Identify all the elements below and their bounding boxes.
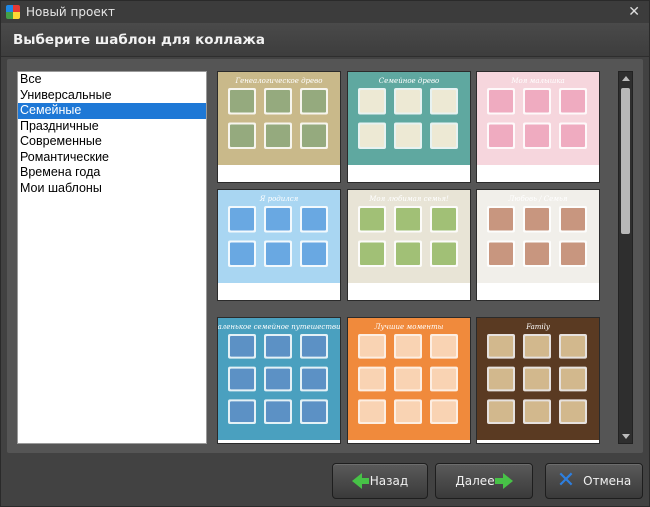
template-thumbnail[interactable]: Family xyxy=(476,317,600,444)
template-preview-image: Генеалогическое древо xyxy=(218,72,340,165)
title-bar: Новый проект ✕ xyxy=(1,1,649,23)
next-button[interactable]: Далее xyxy=(435,463,533,499)
scrollbar-thumb[interactable] xyxy=(621,88,630,234)
template-preview-image: Моя любимая семья! xyxy=(348,190,470,283)
category-item[interactable]: Современные xyxy=(18,134,206,150)
template-heading: Любовь / Семья xyxy=(508,195,568,203)
template-thumbnail[interactable]: Лучшие моменты xyxy=(347,317,471,444)
category-item[interactable]: Времена года xyxy=(18,165,206,181)
template-preview-image: Family xyxy=(477,318,599,440)
back-button-label: Назад xyxy=(369,474,409,488)
category-item[interactable]: Семейные xyxy=(18,103,206,119)
content-panel: Все Универсальные Семейные Праздничные Совре… xyxy=(7,59,643,453)
next-button-label: Далее xyxy=(455,474,495,488)
template-preview-image: Лучшие моменты xyxy=(348,318,470,440)
template-preview-image: Моя малышка xyxy=(477,72,599,165)
app-icon xyxy=(6,5,20,19)
cancel-button[interactable]: ✕ Отмена xyxy=(545,463,643,499)
new-project-window: Новый проект ✕ Выберите шаблон для колла… xyxy=(0,0,650,507)
category-item[interactable]: Романтические xyxy=(18,150,206,166)
category-item[interactable]: Все xyxy=(18,72,206,88)
cancel-button-label: Отмена xyxy=(583,474,632,488)
template-thumbnail[interactable]: Семейное древо xyxy=(347,71,471,183)
template-heading: Family xyxy=(525,323,551,331)
back-button[interactable]: Назад xyxy=(332,463,428,499)
template-heading: Я родился xyxy=(259,195,299,203)
template-heading: Генеалогическое древо xyxy=(235,77,323,85)
template-heading: Моя любимая семья! xyxy=(368,195,449,203)
category-item[interactable]: Универсальные xyxy=(18,88,206,104)
template-heading: Маленькое семейное путешествие! xyxy=(218,323,340,331)
template-thumbnail[interactable]: Моя малышка xyxy=(476,71,600,183)
template-preview-image: Маленькое семейное путешествие! xyxy=(218,318,340,440)
template-thumbnail[interactable]: Маленькое семейное путешествие! xyxy=(217,317,341,444)
dialog-header: Выберите шаблон для коллажа xyxy=(1,23,649,57)
scroll-up-icon[interactable] xyxy=(622,76,630,81)
arrow-left-icon xyxy=(351,473,369,489)
category-item[interactable]: Праздничные xyxy=(18,119,206,135)
category-list[interactable]: Все Универсальные Семейные Праздничные Совре… xyxy=(17,71,207,444)
template-preview-image: Любовь / Семья xyxy=(477,190,599,283)
scroll-down-icon[interactable] xyxy=(622,434,630,439)
template-thumbnail[interactable]: Я родился xyxy=(217,189,341,301)
template-thumbnail[interactable]: Моя любимая семья! xyxy=(347,189,471,301)
template-heading: Лучшие моменты xyxy=(374,323,444,331)
cancel-x-icon: ✕ xyxy=(556,468,576,493)
close-icon[interactable]: ✕ xyxy=(628,3,640,21)
template-gallery: Генеалогическое древо Семейное древо Моя м… xyxy=(217,71,611,444)
template-heading: Семейное древо xyxy=(379,77,440,85)
template-preview-image: Семейное древо xyxy=(348,72,470,165)
window-title: Новый проект xyxy=(26,5,115,19)
category-item[interactable]: Мои шаблоны xyxy=(18,181,206,197)
page-title: Выберите шаблон для коллажа xyxy=(13,32,265,48)
arrow-right-icon xyxy=(494,473,513,489)
gallery-scrollbar[interactable] xyxy=(618,71,633,444)
template-heading: Моя малышка xyxy=(510,77,564,85)
template-thumbnail[interactable]: Генеалогическое древо xyxy=(217,71,341,183)
template-thumbnail[interactable]: Любовь / Семья xyxy=(476,189,600,301)
template-preview-image: Я родился xyxy=(218,190,340,283)
